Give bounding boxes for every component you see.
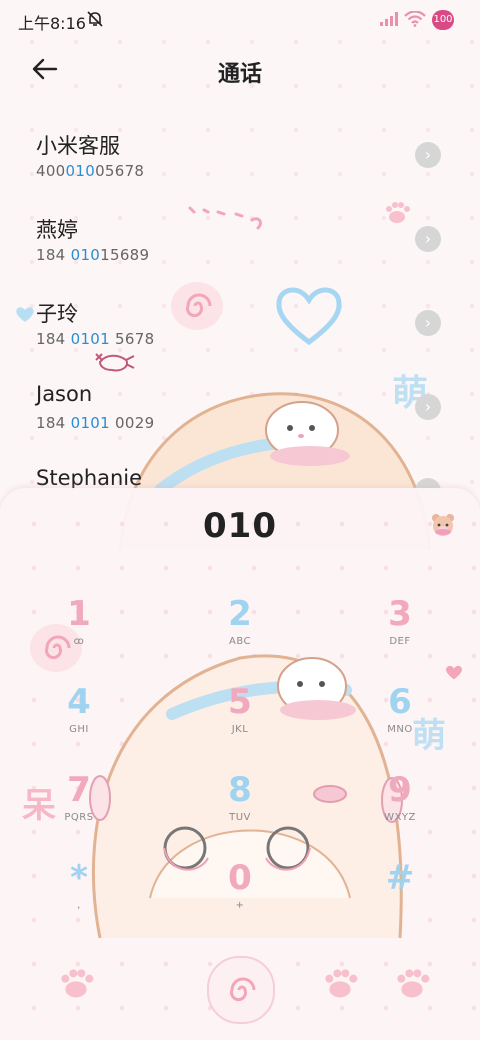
dial-key-star[interactable]: *, bbox=[34, 858, 124, 938]
status-time: 上午8:16 bbox=[18, 14, 86, 33]
contact-row[interactable]: Jason 184 0101 0029 › bbox=[0, 362, 480, 446]
contact-name: Jason bbox=[36, 382, 93, 406]
dial-key-hash[interactable]: # bbox=[355, 858, 445, 938]
contact-list: 小米客服 40001005678 › 燕婷 184 01015689 › 子玲 … bbox=[0, 110, 480, 490]
contact-name: Stephanie bbox=[36, 466, 143, 490]
paw-icon bbox=[325, 969, 358, 998]
page-title: 通话 bbox=[217, 62, 262, 87]
contact-number: 40001005678 bbox=[36, 162, 145, 180]
dial-key-7[interactable]: 7 PQRS bbox=[34, 770, 124, 850]
signal-icon bbox=[380, 12, 398, 26]
battery-indicator: 100 bbox=[432, 10, 454, 30]
contact-number: 184 01015689 bbox=[36, 246, 150, 264]
bell-muted-icon bbox=[87, 11, 103, 27]
small-heart-icon bbox=[446, 665, 462, 680]
chevron-right-icon[interactable]: › bbox=[415, 226, 441, 252]
dial-key-3[interactable]: 3 DEF bbox=[355, 594, 445, 674]
contact-name: 子玲 bbox=[36, 302, 78, 326]
chevron-right-icon[interactable]: › bbox=[415, 142, 441, 168]
bear-face-icon[interactable] bbox=[430, 512, 456, 538]
contact-number: 184 0101 0029 bbox=[36, 414, 155, 432]
voicemail-icon: ꝏ bbox=[73, 636, 85, 647]
contact-name: 燕婷 bbox=[36, 218, 78, 242]
paw-icon bbox=[397, 969, 430, 998]
dialed-number-display: 010 bbox=[203, 506, 277, 546]
wifi-icon bbox=[404, 11, 426, 27]
contact-row[interactable]: 小米客服 40001005678 › bbox=[0, 110, 480, 194]
dial-key-5[interactable]: 5 JKL bbox=[195, 682, 285, 762]
contact-row[interactable]: 燕婷 184 01015689 › bbox=[0, 194, 480, 278]
dial-key-9[interactable]: 9 WXYZ bbox=[355, 770, 445, 850]
contact-number: 184 0101 5678 bbox=[36, 330, 155, 348]
status-bar: 上午8:16 100 bbox=[0, 0, 480, 40]
contact-name: 小米客服 bbox=[36, 134, 120, 158]
contact-row[interactable]: 子玲 184 0101 5678 › bbox=[0, 278, 480, 362]
dialer-panel: 呆 萌 010 1ꝏ 2 ABC 3 DEF 4 GHI 5 JKL 6 MNO 7 PQR… bbox=[0, 488, 480, 1040]
dial-key-2[interactable]: 2 ABC bbox=[195, 594, 285, 674]
call-button[interactable] bbox=[207, 956, 275, 1024]
dial-key-4[interactable]: 4 GHI bbox=[34, 682, 124, 762]
swirl-call-icon bbox=[230, 977, 256, 1002]
dial-key-6[interactable]: 6 MNO bbox=[355, 682, 445, 762]
chevron-right-icon[interactable]: › bbox=[415, 394, 441, 420]
dial-key-1[interactable]: 1ꝏ bbox=[34, 594, 124, 674]
chevron-right-icon[interactable]: › bbox=[415, 310, 441, 336]
paw-icon bbox=[61, 969, 94, 998]
dial-key-8[interactable]: 8 TUV bbox=[195, 770, 285, 850]
dial-key-0[interactable]: 0 + bbox=[195, 858, 285, 938]
contact-row[interactable]: Stephanie › bbox=[0, 446, 480, 490]
